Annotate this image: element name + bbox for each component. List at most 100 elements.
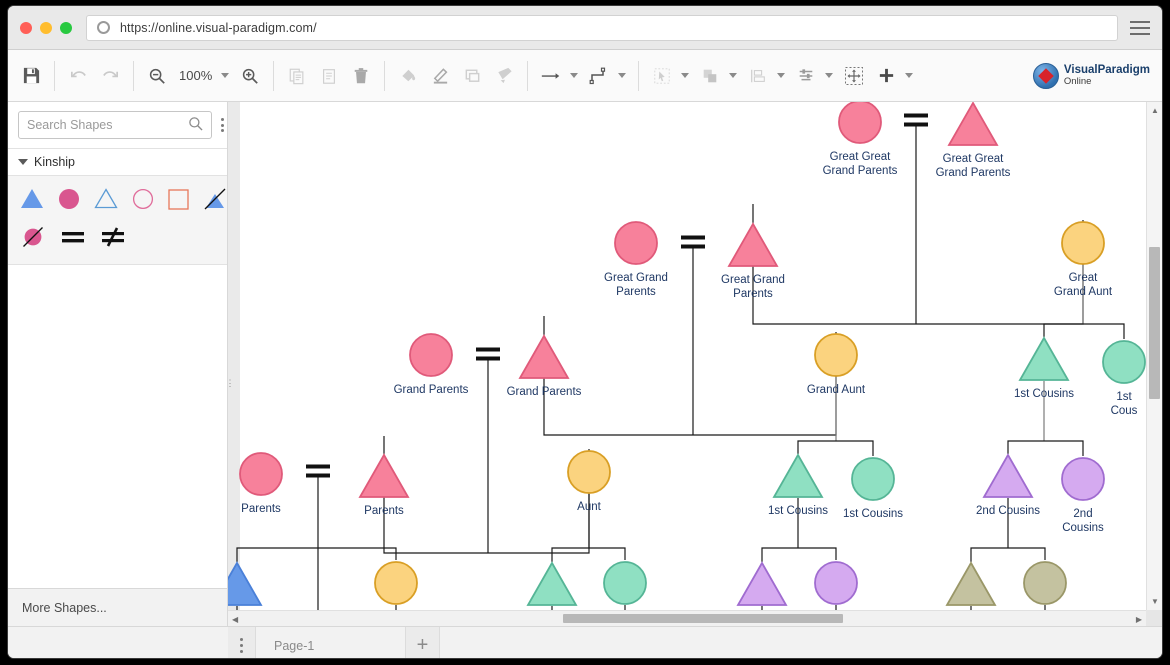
diagram-node-b-oli1[interactable] bbox=[945, 561, 997, 606]
more-shapes-button[interactable]: More Shapes... bbox=[8, 588, 227, 626]
trash-icon[interactable] bbox=[347, 62, 375, 90]
arrange-dropdown-caret-icon[interactable] bbox=[729, 73, 738, 78]
hamburger-menu-icon[interactable] bbox=[1130, 20, 1150, 35]
redo-icon[interactable] bbox=[96, 62, 124, 90]
line-color-icon[interactable] bbox=[426, 62, 454, 90]
minimize-window-button[interactable] bbox=[40, 21, 52, 34]
vertical-scrollbar[interactable]: ▲ ▼ bbox=[1146, 102, 1162, 610]
shape-female-circle[interactable] bbox=[58, 186, 80, 212]
connector-dropdown-caret-icon[interactable] bbox=[570, 73, 579, 78]
diagram-node-aunt[interactable] bbox=[567, 450, 611, 494]
distribute-dropdown-caret-icon[interactable] bbox=[777, 73, 786, 78]
chevron-down-icon[interactable] bbox=[18, 159, 28, 165]
diagram-node-g-m[interactable] bbox=[518, 334, 570, 379]
address-bar[interactable]: https://online.visual-paradigm.com/ bbox=[86, 14, 1118, 41]
diagram-node-b-pur2[interactable] bbox=[814, 561, 858, 605]
diagram-node-gg-f[interactable] bbox=[614, 221, 658, 265]
diagram-node-g-aunt[interactable] bbox=[814, 333, 858, 377]
diagram-node-gg-aunt[interactable] bbox=[1061, 221, 1105, 265]
align-dropdown-caret-icon[interactable] bbox=[825, 73, 834, 78]
distribute-icon[interactable] bbox=[744, 62, 772, 90]
maximize-window-button[interactable] bbox=[60, 21, 72, 34]
shapes-sidebar: Kinship bbox=[8, 102, 228, 626]
shape-female-circle-outline[interactable] bbox=[132, 186, 154, 212]
add-icon[interactable] bbox=[872, 62, 900, 90]
shape-unknown-square-outline[interactable] bbox=[168, 186, 189, 212]
caret-down-icon[interactable]: ▼ bbox=[1151, 597, 1159, 606]
shape-divorce-not-equals[interactable] bbox=[100, 224, 126, 250]
diagram-node-c1a[interactable] bbox=[1018, 336, 1070, 381]
fit-to-selection-icon[interactable] bbox=[840, 62, 868, 90]
app-toolbar: 100% VisualParadigm Online bbox=[8, 50, 1162, 102]
shape-style-icon[interactable] bbox=[458, 62, 486, 90]
paste-icon[interactable] bbox=[315, 62, 343, 90]
node-label-c2b: 2nd Cousins bbox=[1062, 508, 1104, 534]
zoom-out-icon[interactable] bbox=[143, 62, 171, 90]
canvas-area[interactable]: ⋮⋮ Great Great Grand ParentsGreat Great … bbox=[228, 102, 1162, 626]
reload-icon[interactable] bbox=[97, 21, 110, 34]
diagram-node-ggg-f[interactable] bbox=[838, 102, 882, 144]
diagram-canvas[interactable]: ⋮⋮ Great Great Grand ParentsGreat Great … bbox=[228, 102, 1146, 610]
node-label-gg-f: Great Grand Parents bbox=[604, 272, 668, 298]
node-label-g-f: Grand Parents bbox=[393, 384, 469, 396]
marriage-symbol-2[interactable] bbox=[476, 347, 500, 361]
marriage-symbol-1[interactable] bbox=[681, 235, 705, 249]
diagram-node-b-oli2[interactable] bbox=[1023, 561, 1067, 605]
diagram-node-c1b[interactable] bbox=[1102, 340, 1146, 384]
diagram-node-b-amber[interactable] bbox=[374, 561, 418, 605]
diagram-node-b-blue[interactable] bbox=[228, 561, 263, 606]
caret-left-icon[interactable]: ◀ bbox=[232, 615, 238, 624]
diagram-node-b-mint1[interactable] bbox=[526, 561, 578, 606]
search-input[interactable] bbox=[27, 118, 188, 132]
diagram-node-gg-m[interactable] bbox=[727, 222, 779, 267]
horizontal-scrollbar[interactable]: ◀ ▶ bbox=[228, 610, 1146, 626]
diagram-node-g-f[interactable] bbox=[409, 333, 453, 377]
marriage-symbol-0[interactable] bbox=[904, 113, 928, 127]
diagram-node-p-f[interactable] bbox=[239, 452, 283, 496]
browser-chrome: https://online.visual-paradigm.com/ bbox=[8, 6, 1162, 50]
diagram-node-b-pur1[interactable] bbox=[736, 561, 788, 606]
search-input-wrapper[interactable] bbox=[18, 111, 212, 139]
diagram-node-c1c[interactable] bbox=[772, 453, 824, 498]
undo-icon[interactable] bbox=[64, 62, 92, 90]
close-window-button[interactable] bbox=[20, 21, 32, 34]
add-dropdown-caret-icon[interactable] bbox=[905, 73, 914, 78]
save-icon[interactable] bbox=[17, 62, 45, 90]
search-icon[interactable] bbox=[188, 116, 203, 134]
diagram-node-p-m[interactable] bbox=[358, 453, 410, 498]
shape-deceased-female-circle[interactable] bbox=[20, 224, 46, 250]
page-kebab-icon[interactable] bbox=[228, 627, 256, 658]
marriage-symbol-3[interactable] bbox=[306, 464, 330, 478]
select-dropdown-caret-icon[interactable] bbox=[681, 73, 690, 78]
zoom-level-label[interactable]: 100% bbox=[175, 68, 216, 83]
diagram-node-c1d[interactable] bbox=[851, 457, 895, 501]
fill-color-icon[interactable] bbox=[394, 62, 422, 90]
align-icon[interactable] bbox=[792, 62, 820, 90]
format-painter-icon[interactable] bbox=[490, 62, 518, 90]
node-label-gg-aunt: Great Grand Aunt bbox=[1053, 272, 1113, 298]
vertical-scroll-thumb[interactable] bbox=[1149, 247, 1160, 399]
caret-right-icon[interactable]: ▶ bbox=[1136, 615, 1142, 624]
add-page-button[interactable]: + bbox=[406, 627, 440, 658]
shape-deceased-male-triangle[interactable] bbox=[203, 186, 227, 212]
arrange-icon[interactable] bbox=[696, 62, 724, 90]
elbow-connector-icon[interactable] bbox=[585, 62, 613, 90]
page-tab-page-1[interactable]: Page-1 bbox=[256, 627, 406, 658]
horizontal-scroll-thumb[interactable] bbox=[563, 614, 843, 623]
node-label-c1b: 1st Cous bbox=[1110, 391, 1138, 417]
copy-icon[interactable] bbox=[283, 62, 311, 90]
connector-line-icon[interactable] bbox=[537, 62, 565, 90]
zoom-dropdown-caret-icon[interactable] bbox=[221, 73, 230, 78]
diagram-node-b-mint2[interactable] bbox=[603, 561, 647, 605]
diagram-node-c2b[interactable] bbox=[1061, 457, 1105, 501]
elbow-dropdown-caret-icon[interactable] bbox=[618, 73, 627, 78]
diagram-node-c2a[interactable] bbox=[982, 453, 1034, 498]
select-icon[interactable] bbox=[648, 62, 676, 90]
shape-male-triangle-outline[interactable] bbox=[94, 186, 118, 212]
shape-marriage-equals[interactable] bbox=[60, 224, 86, 250]
diagram-node-ggg-m[interactable] bbox=[947, 102, 999, 146]
shape-group-header-kinship[interactable]: Kinship bbox=[8, 148, 227, 176]
zoom-in-icon[interactable] bbox=[236, 62, 264, 90]
caret-up-icon[interactable]: ▲ bbox=[1151, 106, 1159, 115]
shape-male-triangle[interactable] bbox=[20, 186, 44, 212]
